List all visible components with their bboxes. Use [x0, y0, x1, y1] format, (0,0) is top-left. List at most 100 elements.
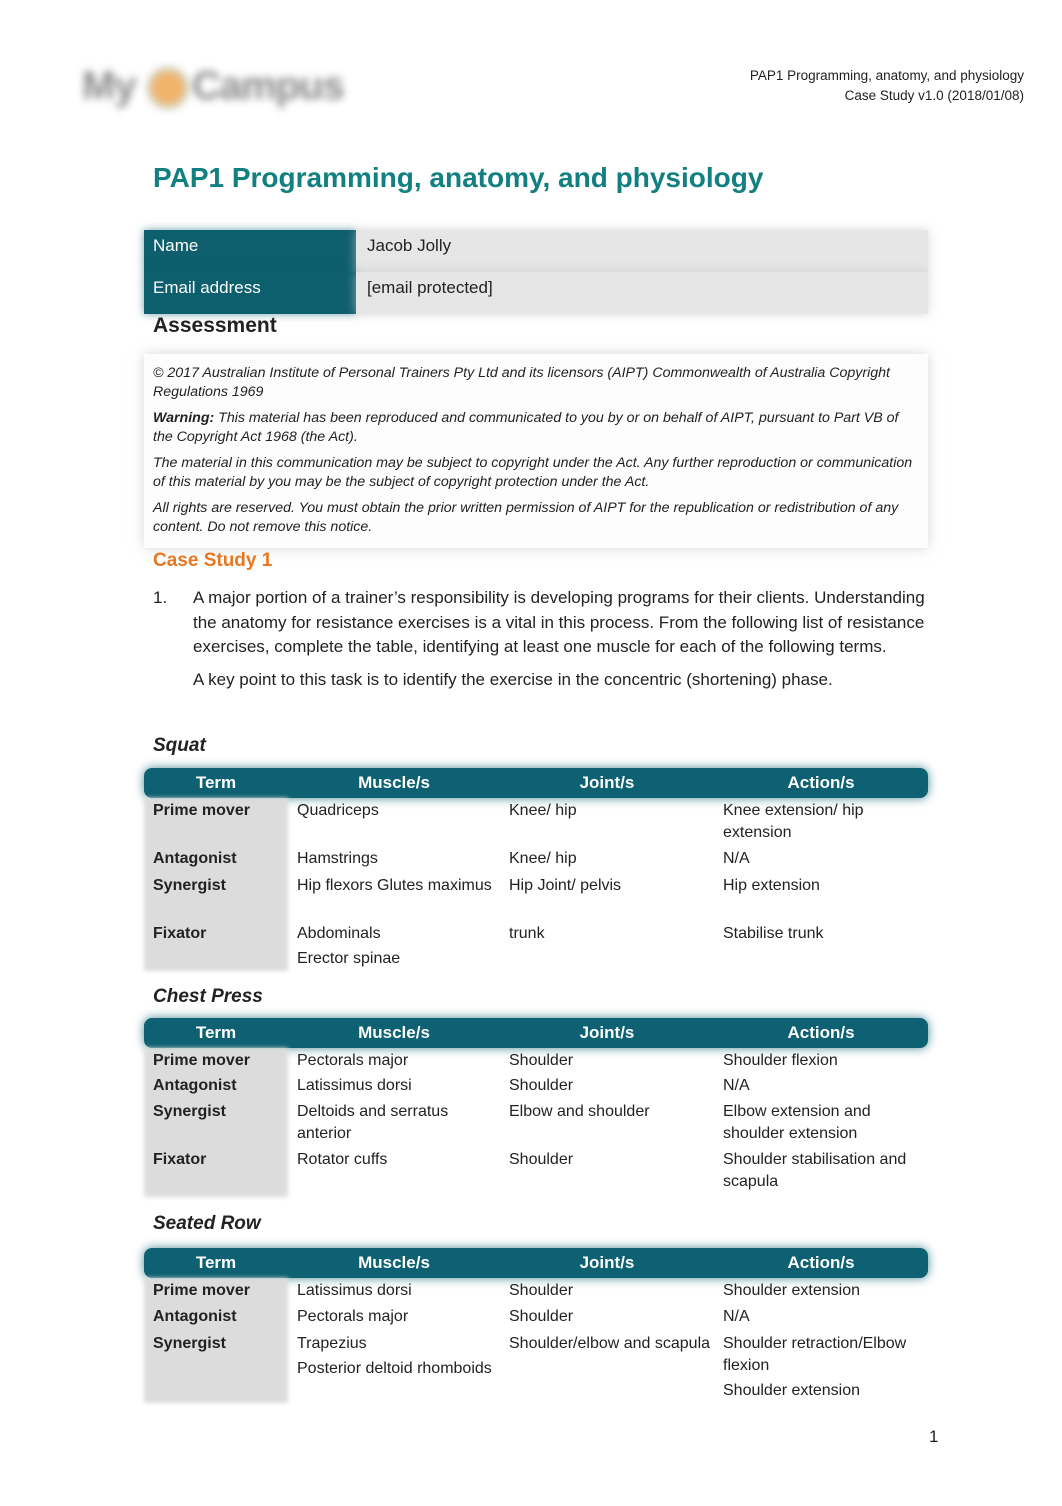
muscle-cell[interactable]: Hip flexors Glutes maximus: [288, 875, 500, 923]
joint-text: Knee/ hip: [509, 850, 577, 867]
table-row: Antagonist Pectorals major Shoulder N/A: [144, 1306, 928, 1333]
question-paragraph-1: A major portion of a trainer’s responsib…: [193, 588, 925, 656]
seated-row-title: Seated Row: [153, 1213, 261, 1234]
action-cell[interactable]: Shoulder extension: [714, 1280, 928, 1306]
joint-text: Shoulder: [509, 1308, 574, 1325]
name-value[interactable]: Jacob Jolly: [356, 230, 928, 272]
email-value[interactable]: [email protected]: [356, 272, 928, 314]
action-cell[interactable]: Hip extension: [714, 875, 928, 923]
question-1: 1. A major portion of a trainer’s respon…: [153, 586, 933, 700]
term-cell: Antagonist: [153, 850, 237, 867]
muscle-text: Quadriceps: [297, 802, 379, 819]
joint-cell[interactable]: Hip Joint/ pelvis: [500, 875, 714, 923]
chest-press-title: Chest Press: [153, 986, 263, 1007]
table-row: Antagonist Latissimus dorsi Shoulder N/A: [144, 1075, 928, 1101]
action-text: Knee extension/ hip extension: [723, 802, 864, 841]
action-text: Stabilise trunk: [723, 925, 824, 942]
column-header: Action/s: [787, 1023, 855, 1042]
action-text: Shoulder extension: [723, 1382, 860, 1399]
mycampus-logo: My Campus: [82, 58, 372, 118]
action-text: Shoulder retraction/Elbow flexion: [723, 1335, 907, 1374]
column-header: Joint/s: [579, 773, 635, 792]
joint-text: Shoulder/elbow and scapula: [509, 1335, 711, 1352]
joint-cell[interactable]: Shoulder/elbow and scapula: [500, 1333, 714, 1403]
action-cell[interactable]: Shoulder retraction/Elbow flexion Shoulde…: [714, 1333, 928, 1403]
table-row: Synergist Trapezius Posterior deltoid rhom…: [144, 1333, 928, 1403]
term-cell: Prime mover: [153, 1282, 250, 1299]
joint-cell[interactable]: Knee/ hip: [500, 848, 714, 875]
joint-cell[interactable]: Shoulder: [500, 1306, 714, 1333]
joint-text: Shoulder: [509, 1052, 574, 1069]
action-cell[interactable]: N/A: [714, 1306, 928, 1333]
joint-cell[interactable]: trunk: [500, 923, 714, 971]
term-cell: Fixator: [153, 925, 207, 942]
table-header-row: Term Muscle/s Joint/s Action/s: [144, 1018, 928, 1048]
muscle-cell[interactable]: Hamstrings: [288, 848, 500, 875]
column-header: Joint/s: [579, 1023, 635, 1042]
term-cell: Antagonist: [153, 1077, 237, 1094]
table-row: Fixator Rotator cuffs Shoulder Shoulder sta…: [144, 1149, 928, 1197]
running-header: PAP1 Programming, anatomy, and physiolog…: [750, 66, 1024, 106]
column-header: Joint/s: [579, 1253, 635, 1272]
running-header-version: Case Study v1.0 (2018/01/08): [844, 88, 1024, 103]
joint-cell[interactable]: Elbow and shoulder: [500, 1101, 714, 1149]
document-title: PAP1 Programming, anatomy, and physiolog…: [153, 162, 764, 193]
joint-cell[interactable]: Shoulder: [500, 1149, 714, 1197]
column-header: Muscle/s: [358, 773, 430, 792]
table-header-row: Term Muscle/s Joint/s Action/s: [144, 1248, 928, 1278]
muscle-cell[interactable]: Pectorals major: [288, 1306, 500, 1333]
table-header-row: Term Muscle/s Joint/s Action/s: [144, 768, 928, 798]
student-info-table: Name Jacob Jolly Email address [email pr…: [144, 230, 928, 314]
term-cell: Prime mover: [153, 802, 250, 819]
muscle-text: Rotator cuffs: [297, 1151, 388, 1168]
joint-text: Elbow and shoulder: [509, 1103, 650, 1120]
muscle-cell[interactable]: Quadriceps: [288, 800, 500, 848]
muscle-text: Deltoids and serratus anterior: [297, 1103, 449, 1142]
muscle-cell[interactable]: Trapezius Posterior deltoid rhomboids: [288, 1333, 500, 1403]
logo-text-my: My: [82, 64, 137, 108]
action-cell[interactable]: Elbow extension and shoulder extension: [714, 1101, 928, 1149]
column-header: Term: [195, 1253, 237, 1272]
question-number: 1.: [153, 588, 168, 607]
action-cell[interactable]: Stabilise trunk: [714, 923, 928, 971]
joint-text: Shoulder: [509, 1282, 574, 1299]
joint-cell[interactable]: Knee/ hip: [500, 800, 714, 848]
term-cell: Synergist: [153, 877, 226, 894]
logo-text-campus: Campus: [192, 64, 345, 108]
muscle-cell[interactable]: Latissimus dorsi: [288, 1075, 500, 1101]
action-text: N/A: [723, 1077, 750, 1094]
squat-table: Term Muscle/s Joint/s Action/s Prime mover Qu…: [144, 768, 928, 971]
muscle-text: Hamstrings: [297, 850, 378, 867]
table-row: Prime mover Quadriceps Knee/ hip Knee exten…: [144, 798, 928, 848]
page-number: 1: [929, 1427, 939, 1446]
copyright-notice: © 2017 Australian Institute of Personal …: [144, 354, 928, 548]
joint-cell[interactable]: Shoulder: [500, 1280, 714, 1306]
column-header: Term: [195, 773, 237, 792]
action-cell[interactable]: Knee extension/ hip extension: [714, 800, 928, 848]
muscle-cell[interactable]: Abdominals Erector spinae: [288, 923, 500, 971]
muscle-text: Latissimus dorsi: [297, 1282, 412, 1299]
muscle-text: Latissimus dorsi: [297, 1077, 412, 1094]
joint-text: Shoulder: [509, 1151, 574, 1168]
muscle-cell[interactable]: Latissimus dorsi: [288, 1280, 500, 1306]
muscle-cell[interactable]: Rotator cuffs: [288, 1149, 500, 1197]
action-cell[interactable]: Shoulder flexion: [714, 1050, 928, 1075]
term-cell: Prime mover: [153, 1052, 250, 1069]
muscle-cell[interactable]: Pectorals major: [288, 1050, 500, 1075]
reproduction-paragraph: The material in this communication may b…: [153, 455, 913, 490]
action-cell[interactable]: N/A: [714, 1075, 928, 1101]
joint-cell[interactable]: Shoulder: [500, 1075, 714, 1101]
running-header-course: PAP1 Programming, anatomy, and physiolog…: [749, 68, 1024, 83]
column-header: Term: [195, 1023, 237, 1042]
chest-press-table: Term Muscle/s Joint/s Action/s Prime mover Pe…: [144, 1018, 928, 1197]
warning-label: Warning:: [153, 410, 215, 426]
action-text: Elbow extension and shoulder extension: [723, 1103, 871, 1142]
logo-sun-icon: [146, 66, 190, 110]
case-study-heading: Case Study 1: [153, 550, 273, 571]
joint-cell[interactable]: Shoulder: [500, 1050, 714, 1075]
column-header: Action/s: [787, 773, 855, 792]
action-text: N/A: [723, 1308, 750, 1325]
action-cell[interactable]: N/A: [714, 848, 928, 875]
action-cell[interactable]: Shoulder stabilisation and scapula: [714, 1149, 928, 1197]
muscle-cell[interactable]: Deltoids and serratus anterior: [288, 1101, 500, 1149]
